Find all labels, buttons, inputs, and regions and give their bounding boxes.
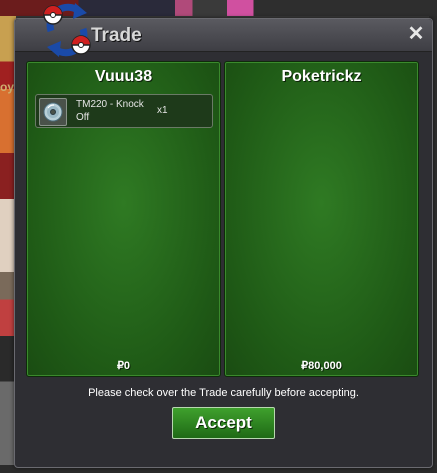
- trade-notice: Please check over the Trade carefully be…: [88, 387, 359, 399]
- partner-name: Poketrickz: [281, 68, 362, 85]
- trade-icon: [43, 3, 91, 57]
- accept-button[interactable]: Accept: [172, 407, 275, 439]
- money-amount: ₽0: [116, 360, 131, 372]
- player-name: Vuuu38: [94, 68, 153, 85]
- disc-icon: [39, 98, 67, 126]
- partner-money-amount: ₽80,000: [301, 360, 342, 372]
- trade-item[interactable]: TM220 - Knock Off x1: [35, 94, 213, 128]
- window-title: Trade: [91, 25, 142, 46]
- partner-offer-panel: Poketrickz ₽80,000: [224, 61, 419, 377]
- trade-window: Trade ✕ Vuuu38 TM220 - Knock Off x1 ₽0 P…: [14, 3, 433, 468]
- item-name: TM220 - Knock Off: [76, 99, 144, 123]
- close-button[interactable]: ✕: [406, 24, 426, 44]
- background-edge-text: oy: [0, 80, 15, 94]
- item-quantity: x1: [157, 105, 168, 116]
- your-offer-panel: Vuuu38 TM220 - Knock Off x1 ₽0: [26, 61, 221, 377]
